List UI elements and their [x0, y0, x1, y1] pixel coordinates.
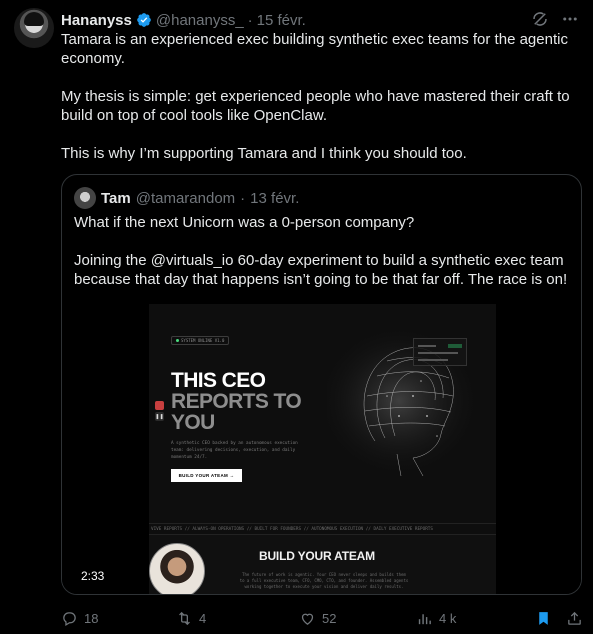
status-dot-icon: [176, 339, 179, 342]
grok-icon[interactable]: [531, 10, 549, 28]
reply-count: 18: [84, 611, 99, 626]
views-icon: [418, 614, 431, 625]
verified-badge-icon: [137, 13, 151, 27]
bookmark-button[interactable]: [535, 610, 552, 627]
tweet-text: Tamara is an experienced exec building s…: [61, 30, 581, 163]
quoted-media[interactable]: SYSTEM ONLINE V1.0 THIS CEO REPORTS TO Y…: [62, 302, 581, 594]
video-player[interactable]: SYSTEM ONLINE V1.0 THIS CEO REPORTS TO Y…: [149, 304, 496, 594]
quoted-header: Tam @tamarandom · 13 févr.: [74, 187, 299, 209]
tweet-paragraph: Tamara is an experienced exec building s…: [61, 31, 568, 67]
video-side-controls: ❚❚: [154, 401, 165, 431]
tweet-paragraph: My thesis is simple: get experienced peo…: [61, 88, 570, 124]
video-headline-line: YOU: [171, 411, 215, 434]
presenter-avatar: [149, 543, 205, 594]
tweet-date[interactable]: 15 févr.: [257, 12, 306, 29]
author-avatar[interactable]: [14, 8, 54, 48]
more-icon[interactable]: [561, 10, 579, 28]
video-headline-line: THIS CEO: [171, 369, 266, 392]
video-subtitle: A synthetic CEO backed by an autonomous …: [171, 441, 298, 460]
repost-icon: [179, 611, 190, 626]
quoted-paragraph: Joining the @virtuals_io 60-day experime…: [74, 252, 568, 288]
share-icon: [568, 611, 581, 625]
like-icon: [301, 613, 314, 625]
video-headline-line: REPORTS TO: [171, 390, 302, 413]
reply-icon: [63, 612, 76, 627]
quoted-paragraph: What if the next Unicorn was a 0-person …: [74, 214, 415, 231]
tweet: Hananyss @hananyss_ · 15 févr. Tamara is…: [0, 0, 593, 634]
repost-count: 4: [199, 611, 207, 626]
share-button[interactable]: [566, 610, 583, 627]
views-count: 4 k: [439, 611, 457, 626]
video-ticker: VIVE REPORTS // ALWAYS-ON OPERATIONS // …: [149, 523, 496, 535]
tweet-paragraph: This is why I’m supporting Tamara and I …: [61, 145, 467, 162]
like-count: 52: [322, 611, 337, 626]
build-subtitle: The future of work is agentic. Your CEO …: [239, 572, 409, 589]
quoted-author-name: Tam: [101, 189, 131, 207]
header-separator: ·: [247, 11, 253, 29]
record-icon: [155, 401, 164, 410]
tweet-top-actions: [531, 10, 579, 28]
build-title: BUILD YOUR ATEAM: [259, 549, 375, 563]
bookmark-icon: [539, 612, 548, 625]
quoted-text: What if the next Unicorn was a 0-person …: [74, 213, 569, 308]
author-handle[interactable]: @hananyss_: [156, 12, 244, 29]
tweet-actions: 18 4 52 4 k: [61, 608, 582, 630]
quoted-separator: ·: [240, 189, 246, 207]
quoted-avatar: [74, 187, 96, 209]
views-button[interactable]: 4 k: [416, 610, 456, 627]
video-bottom-section: BUILD YOUR ATEAM The future of work is a…: [149, 535, 496, 594]
video-duration: 2:33: [76, 567, 110, 585]
like-button[interactable]: 52: [299, 610, 336, 627]
quoted-author-handle: @tamarandom: [135, 189, 236, 207]
video-headline: THIS CEO REPORTS TO YOU: [171, 370, 321, 433]
quoted-date: 13 févr.: [250, 189, 300, 207]
quoted-tweet[interactable]: Tam @tamarandom · 13 févr. What if the n…: [61, 174, 582, 595]
repost-button[interactable]: 4: [176, 610, 206, 627]
video-cta: BUILD YOUR ATEAM →: [171, 469, 242, 482]
video-badge: SYSTEM ONLINE V1.0: [171, 336, 230, 345]
video-badge-label: SYSTEM ONLINE V1.0: [181, 338, 225, 343]
author-name[interactable]: Hananyss: [61, 12, 132, 29]
reply-button[interactable]: 18: [61, 610, 98, 627]
pause-icon: ❚❚: [155, 412, 164, 421]
hud-panel: [413, 338, 467, 366]
tweet-header: Hananyss @hananyss_ · 15 févr.: [61, 10, 306, 30]
